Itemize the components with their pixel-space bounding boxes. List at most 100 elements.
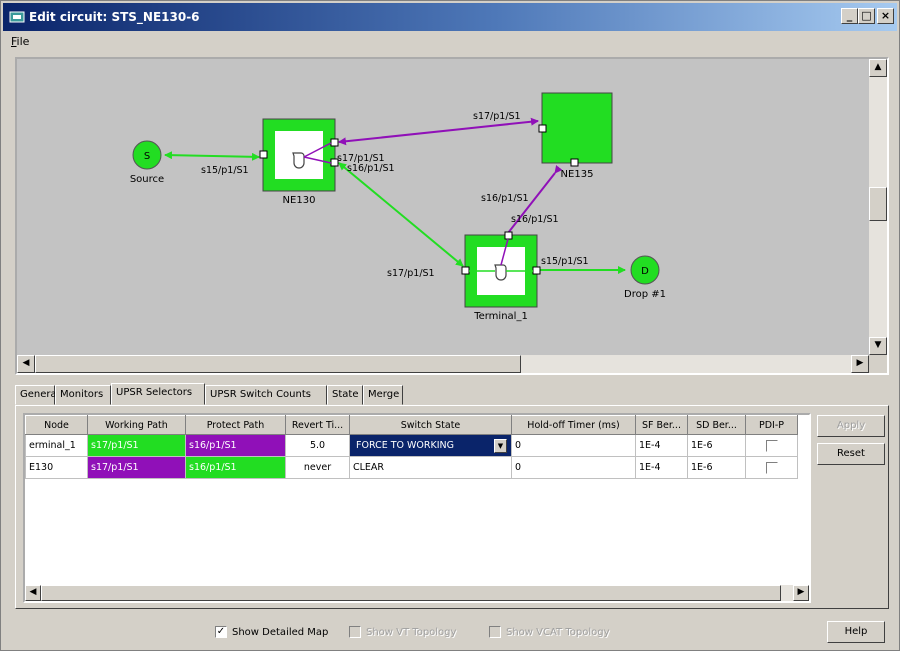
window-title: Edit circuit: STS_NE130-6 bbox=[29, 10, 200, 24]
chevron-down-icon[interactable]: ▼ bbox=[494, 438, 507, 453]
cell-switch-state[interactable]: CLEAR bbox=[349, 456, 512, 479]
cell-revert-time[interactable]: 5.0 bbox=[285, 434, 350, 457]
cell-holdoff-timer[interactable]: 0 bbox=[511, 434, 636, 457]
show-vcat-topology-checkbox bbox=[489, 626, 501, 638]
help-button[interactable]: Help bbox=[827, 621, 885, 643]
cell-sf-ber[interactable]: 1E-4 bbox=[635, 434, 688, 457]
show-vt-topology-option: Show VT Topology bbox=[349, 626, 456, 638]
table-row[interactable]: erminal_1 s17/p1/S1 s16/p1/S1 5.0 FORCE … bbox=[25, 434, 798, 457]
cell-working-path[interactable]: s17/p1/S1 bbox=[87, 434, 186, 457]
cell-protect-path[interactable]: s16/p1/S1 bbox=[185, 456, 286, 479]
node-drop-letter: D bbox=[641, 266, 649, 277]
table-scroll-right-button[interactable]: ▶ bbox=[793, 585, 809, 601]
cell-pdi-p bbox=[745, 434, 798, 457]
table-horizontal-scrollbar[interactable]: ◀ ▶ bbox=[25, 585, 809, 601]
col-pdi-p[interactable]: PDI-P bbox=[745, 415, 798, 435]
menu-file[interactable]: File bbox=[11, 35, 29, 48]
col-sd-ber[interactable]: SD Ber... bbox=[687, 415, 746, 435]
upsr-selectors-table: Node Working Path Protect Path Revert Ti… bbox=[23, 413, 811, 603]
node-terminal-1[interactable]: Terminal_1 bbox=[461, 231, 541, 322]
link-label-terminal-s17: s17/p1/S1 bbox=[387, 268, 435, 279]
cell-pdi-p bbox=[745, 456, 798, 479]
show-vt-topology-label: Show VT Topology bbox=[366, 627, 457, 638]
pdi-p-checkbox[interactable] bbox=[765, 439, 778, 452]
circuit-map[interactable]: S Source NE130 NE135 Terminal_1 D Drop #… bbox=[17, 59, 869, 355]
show-vcat-topology-label: Show VCAT Topology bbox=[506, 627, 610, 638]
map-horizontal-scroll-thumb[interactable] bbox=[35, 355, 521, 373]
col-working-path[interactable]: Working Path bbox=[87, 415, 186, 435]
node-ne130[interactable]: NE130 bbox=[259, 118, 339, 206]
menu-bar: File bbox=[3, 32, 897, 52]
close-button[interactable]: × bbox=[877, 8, 894, 24]
node-ne135-label: NE135 bbox=[561, 169, 594, 180]
cell-sd-ber[interactable]: 1E-6 bbox=[687, 434, 746, 457]
show-detailed-map-checkbox[interactable]: ✓ bbox=[215, 626, 227, 638]
scroll-corner bbox=[869, 355, 887, 373]
tab-merge[interactable]: Merge bbox=[363, 385, 403, 405]
node-drop-label: Drop #1 bbox=[624, 289, 666, 300]
link-label-ne135-s16: s16/p1/S1 bbox=[481, 193, 529, 204]
cell-holdoff-timer[interactable]: 0 bbox=[511, 456, 636, 479]
cell-sf-ber[interactable]: 1E-4 bbox=[635, 456, 688, 479]
table-scroll-thumb[interactable] bbox=[41, 585, 781, 601]
col-holdoff-timer[interactable]: Hold-off Timer (ms) bbox=[511, 415, 636, 435]
col-node[interactable]: Node bbox=[25, 415, 88, 435]
map-vertical-scrollbar[interactable]: ▲ ▼ bbox=[869, 59, 887, 355]
cell-sd-ber[interactable]: 1E-6 bbox=[687, 456, 746, 479]
scroll-right-button[interactable]: ▶ bbox=[851, 355, 869, 373]
link-label-s15-source: s15/p1/S1 bbox=[201, 165, 249, 176]
cell-switch-state[interactable]: FORCE TO WORKING ▼ bbox=[349, 434, 512, 457]
scroll-left-button[interactable]: ◀ bbox=[17, 355, 35, 373]
table-row[interactable]: E130 s17/p1/S1 s16/p1/S1 never CLEAR 0 1… bbox=[25, 456, 798, 479]
link-ne130-terminal-working[interactable] bbox=[338, 162, 464, 267]
node-terminal-1-label: Terminal_1 bbox=[473, 311, 528, 322]
node-source-label: Source bbox=[130, 174, 164, 185]
node-source-letter: S bbox=[144, 151, 150, 162]
tab-monitors[interactable]: Monitors bbox=[55, 385, 111, 405]
maximize-button[interactable]: □ bbox=[858, 8, 875, 24]
col-protect-path[interactable]: Protect Path bbox=[185, 415, 286, 435]
map-vertical-scroll-thumb[interactable] bbox=[869, 187, 887, 221]
tab-upsr-switch-counts[interactable]: UPSR Switch Counts bbox=[205, 385, 327, 405]
link-label-ne130-s16: s16/p1/S1 bbox=[347, 163, 395, 174]
tab-upsr-selectors[interactable]: UPSR Selectors bbox=[111, 383, 205, 405]
table-scroll-left-button[interactable]: ◀ bbox=[25, 585, 41, 601]
apply-button[interactable]: Apply bbox=[817, 415, 885, 437]
cell-protect-path[interactable]: s16/p1/S1 bbox=[185, 434, 286, 457]
app-icon bbox=[9, 11, 25, 23]
show-detailed-map-label: Show Detailed Map bbox=[232, 627, 329, 638]
link-label-terminal-s16: s16/p1/S1 bbox=[511, 214, 559, 225]
link-label-ne135-s17: s17/p1/S1 bbox=[473, 111, 521, 122]
circuit-map-panel: S Source NE130 NE135 Terminal_1 D Drop #… bbox=[15, 57, 889, 375]
cell-node[interactable]: erminal_1 bbox=[25, 434, 88, 457]
cell-revert-time[interactable]: never bbox=[285, 456, 350, 479]
table-header-row: Node Working Path Protect Path Revert Ti… bbox=[25, 415, 798, 435]
link-source-ne130[interactable] bbox=[164, 151, 260, 161]
node-source[interactable]: S Source bbox=[130, 140, 164, 185]
link-label-terminal-s15: s15/p1/S1 bbox=[541, 256, 589, 267]
col-revert-time[interactable]: Revert Ti... bbox=[285, 415, 350, 435]
node-ne130-label: NE130 bbox=[283, 195, 316, 206]
bottom-bar: ✓ Show Detailed Map Show VT Topology Show… bbox=[1, 613, 900, 649]
map-horizontal-scrollbar[interactable]: ◀ ▶ bbox=[17, 355, 869, 373]
title-bar[interactable]: Edit circuit: STS_NE130-6 _ □ × bbox=[3, 3, 897, 31]
switch-state-dropdown[interactable]: FORCE TO WORKING ▼ bbox=[353, 437, 508, 455]
menu-file-label: ile bbox=[16, 35, 30, 48]
scroll-down-button[interactable]: ▼ bbox=[869, 337, 887, 355]
cell-working-path[interactable]: s17/p1/S1 bbox=[87, 456, 186, 479]
col-switch-state[interactable]: Switch State bbox=[349, 415, 512, 435]
node-drop-1[interactable]: D Drop #1 bbox=[624, 255, 666, 300]
tab-general[interactable]: General bbox=[15, 385, 59, 405]
minimize-button[interactable]: _ bbox=[841, 8, 858, 24]
reset-button[interactable]: Reset bbox=[817, 443, 885, 465]
col-sf-ber[interactable]: SF Ber... bbox=[635, 415, 688, 435]
node-ne135[interactable]: NE135 bbox=[538, 92, 613, 180]
link-ne130-ne135-protect[interactable] bbox=[338, 117, 539, 146]
scroll-up-button[interactable]: ▲ bbox=[869, 59, 887, 77]
show-detailed-map-option[interactable]: ✓ Show Detailed Map bbox=[215, 626, 328, 638]
switch-state-value: FORCE TO WORKING bbox=[356, 439, 454, 451]
tab-state[interactable]: State bbox=[327, 385, 363, 405]
cell-node[interactable]: E130 bbox=[25, 456, 88, 479]
pdi-p-checkbox[interactable] bbox=[765, 461, 778, 474]
show-vt-topology-checkbox bbox=[349, 626, 361, 638]
